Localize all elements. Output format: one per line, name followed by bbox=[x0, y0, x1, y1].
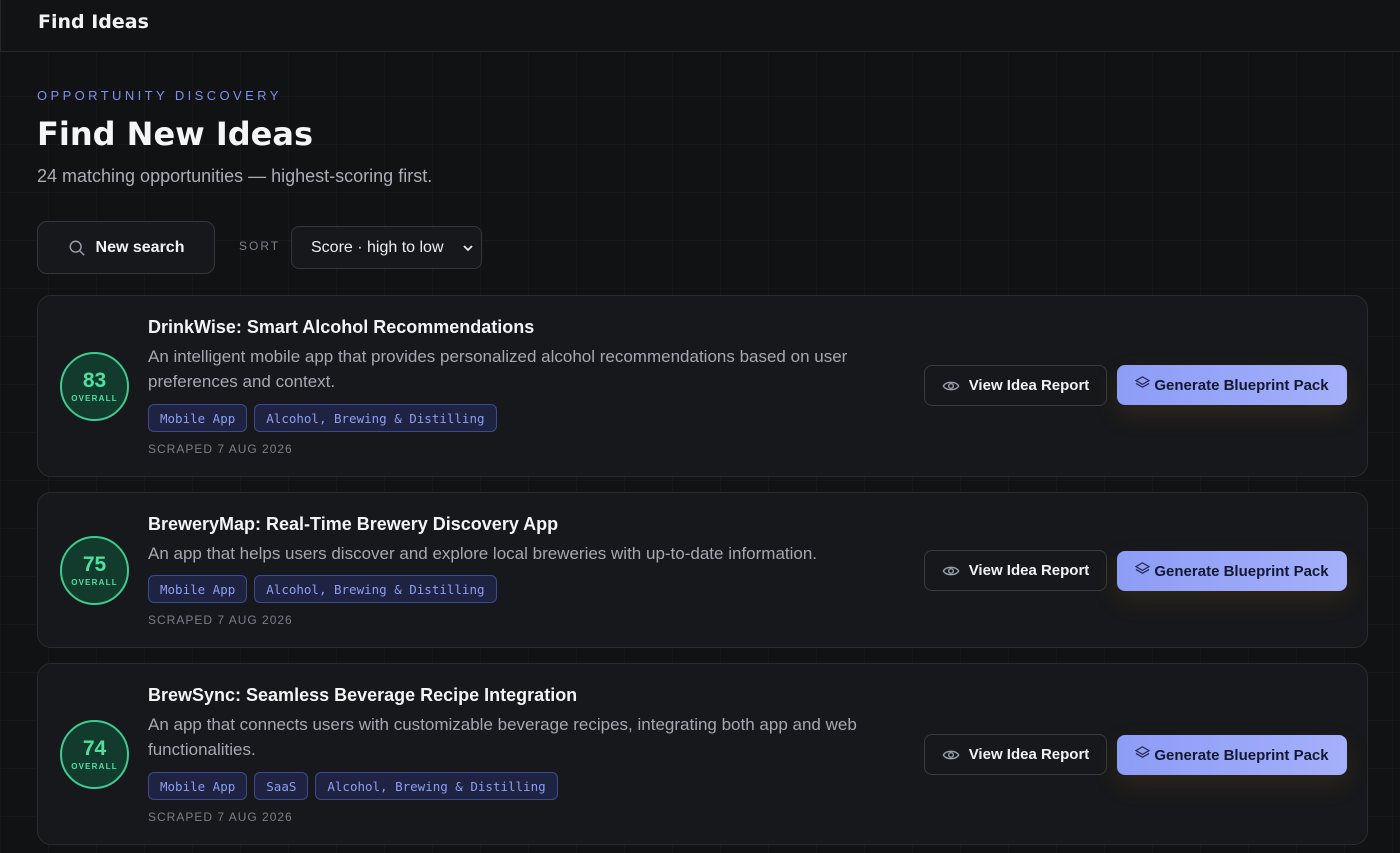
idea-card: 75 OVERALL BreweryMap: Real-Time Brewery… bbox=[37, 492, 1368, 648]
idea-card: 74 OVERALL BrewSync: Seamless Beverage R… bbox=[37, 663, 1368, 845]
idea-title[interactable]: BreweryMap: Real-Time Brewery Discovery … bbox=[148, 514, 558, 535]
score-value: 83 bbox=[82, 369, 107, 392]
score-label: OVERALL bbox=[71, 762, 118, 771]
tag: Mobile App bbox=[148, 772, 248, 800]
tag: Alcohol, Brewing & Distilling bbox=[254, 404, 497, 432]
new-search-label: New search bbox=[95, 238, 185, 256]
search-icon bbox=[69, 240, 85, 256]
tag: Alcohol, Brewing & Distilling bbox=[254, 575, 497, 603]
scraped-date: SCRAPED 7 AUG 2026 bbox=[148, 442, 293, 456]
view-idea-report-label: View Idea Report bbox=[968, 562, 1090, 579]
tag: Mobile App bbox=[148, 404, 248, 432]
score-label: OVERALL bbox=[71, 394, 118, 403]
eye-icon bbox=[942, 381, 960, 390]
view-idea-report-button[interactable]: View Idea Report bbox=[924, 734, 1107, 775]
scraped-date: SCRAPED 7 AUG 2026 bbox=[148, 810, 293, 824]
generate-blueprint-pack-label: Generate Blueprint Pack bbox=[1154, 562, 1329, 580]
score-badge: 74 OVERALL bbox=[60, 720, 129, 789]
eye-icon bbox=[942, 750, 960, 759]
tag: Alcohol, Brewing & Distilling bbox=[315, 772, 558, 800]
generate-blueprint-pack-button[interactable]: Generate Blueprint Pack bbox=[1117, 365, 1347, 405]
idea-card: 83 OVERALL DrinkWise: Smart Alcohol Reco… bbox=[37, 295, 1368, 477]
tag-list: Mobile App Alcohol, Brewing & Distilling bbox=[148, 575, 497, 603]
tag-list: Mobile App SaaS Alcohol, Brewing & Disti… bbox=[148, 772, 558, 800]
layers-icon bbox=[1135, 376, 1151, 388]
sort-label: SORT bbox=[239, 239, 281, 253]
page-title: Find New Ideas bbox=[37, 115, 313, 153]
layers-icon bbox=[1135, 746, 1151, 758]
generate-blueprint-pack-button[interactable]: Generate Blueprint Pack bbox=[1117, 735, 1347, 775]
tag: SaaS bbox=[254, 772, 309, 800]
generate-blueprint-pack-label: Generate Blueprint Pack bbox=[1154, 376, 1329, 394]
view-idea-report-button[interactable]: View Idea Report bbox=[924, 550, 1107, 591]
tag: Mobile App bbox=[148, 575, 248, 603]
idea-description: An app that helps users discover and exp… bbox=[148, 544, 818, 563]
generate-blueprint-pack-label: Generate Blueprint Pack bbox=[1154, 746, 1329, 764]
view-idea-report-label: View Idea Report bbox=[968, 746, 1090, 763]
tag-list: Mobile App Alcohol, Brewing & Distilling bbox=[148, 404, 497, 432]
idea-description: An intelligent mobile app that provides … bbox=[148, 347, 848, 391]
score-badge: 75 OVERALL bbox=[60, 536, 129, 605]
layers-icon bbox=[1135, 562, 1151, 574]
view-idea-report-button[interactable]: View Idea Report bbox=[924, 365, 1107, 406]
view-idea-report-label: View Idea Report bbox=[968, 377, 1090, 394]
idea-description: An app that connects users with customiz… bbox=[148, 715, 857, 759]
sort-selected-value: Score · high to low bbox=[311, 238, 444, 256]
eye-icon bbox=[942, 566, 960, 575]
page-subtitle: 24 matching opportunities — highest-scor… bbox=[37, 166, 433, 186]
idea-title[interactable]: DrinkWise: Smart Alcohol Recommendations bbox=[148, 317, 534, 338]
new-search-button[interactable]: New search bbox=[37, 221, 215, 274]
chevron-down-icon bbox=[463, 245, 473, 252]
app-title: Find Ideas bbox=[38, 11, 149, 33]
generate-blueprint-pack-button[interactable]: Generate Blueprint Pack bbox=[1117, 551, 1347, 591]
scraped-date: SCRAPED 7 AUG 2026 bbox=[148, 613, 293, 627]
score-badge: 83 OVERALL bbox=[60, 352, 129, 421]
idea-title[interactable]: BrewSync: Seamless Beverage Recipe Integ… bbox=[148, 685, 577, 706]
score-label: OVERALL bbox=[71, 578, 118, 587]
section-eyebrow: OPPORTUNITY DISCOVERY bbox=[37, 88, 282, 103]
sort-select[interactable]: Score · high to low bbox=[291, 226, 482, 269]
score-value: 75 bbox=[82, 553, 107, 576]
score-value: 74 bbox=[82, 737, 107, 760]
top-bar: Find Ideas bbox=[0, 0, 1400, 52]
